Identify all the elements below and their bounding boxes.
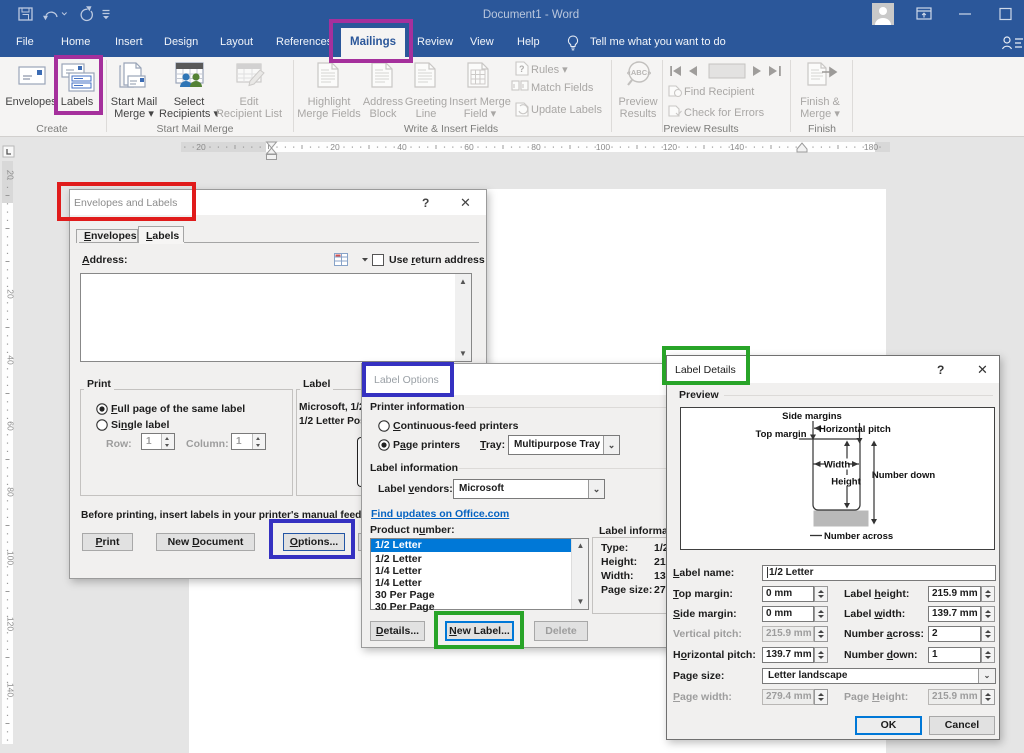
- svg-text:180: 180: [864, 142, 878, 152]
- svg-text:«ABC»: «ABC»: [627, 68, 652, 77]
- svg-text:Width: Width: [824, 460, 850, 471]
- svg-text:20: 20: [196, 142, 206, 152]
- svg-text:120: 120: [6, 617, 16, 631]
- svg-text:120: 120: [663, 142, 677, 152]
- svg-text:60: 60: [6, 421, 16, 431]
- svg-text:Top margin: Top margin: [755, 429, 806, 440]
- svg-text:80: 80: [6, 487, 16, 497]
- svg-text:Document1 - Word: Document1 - Word: [483, 9, 579, 21]
- svg-text:40: 40: [397, 142, 407, 152]
- svg-text:100: 100: [6, 551, 16, 565]
- svg-text:?: ?: [519, 64, 525, 74]
- svg-text:Number down: Number down: [872, 470, 936, 481]
- svg-text:20: 20: [6, 289, 16, 299]
- svg-text:Height: Height: [831, 477, 861, 488]
- svg-text:80: 80: [531, 142, 541, 152]
- svg-text:Number across: Number across: [824, 531, 893, 542]
- svg-text:60: 60: [464, 142, 474, 152]
- svg-text:140: 140: [730, 142, 744, 152]
- svg-text:Side margins: Side margins: [782, 411, 842, 422]
- svg-text:100: 100: [596, 142, 610, 152]
- svg-text:40: 40: [6, 355, 16, 365]
- svg-text:140: 140: [6, 683, 16, 697]
- svg-text:Horizontal pitch: Horizontal pitch: [819, 424, 891, 435]
- svg-text:20: 20: [330, 142, 340, 152]
